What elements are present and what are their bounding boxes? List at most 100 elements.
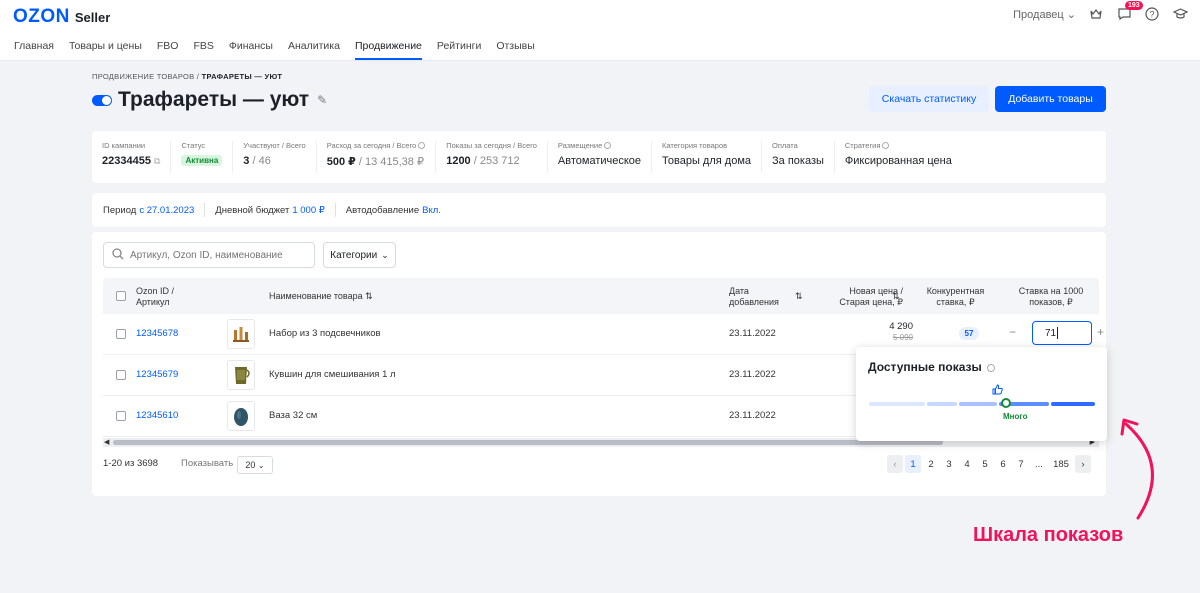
chevron-down-icon: ⌄ — [257, 460, 265, 470]
page-ellipsis: ... — [1035, 458, 1043, 470]
info-icon[interactable] — [604, 142, 612, 149]
sort-icon: ⇅ — [365, 291, 373, 301]
breadcrumb-parent[interactable]: ПРОДВИЖЕНИЕ ТОВАРОВ — [92, 72, 194, 81]
nav-item-home[interactable]: Главная — [14, 40, 54, 60]
budget-value[interactable]: 1 000 ₽ — [292, 205, 324, 216]
scale-segment — [869, 402, 925, 406]
page-button[interactable]: 4 — [959, 455, 975, 473]
account-label: Продавец — [1013, 8, 1064, 21]
budget-label: Дневной бюджет — [215, 204, 290, 216]
education-icon[interactable] — [1172, 6, 1188, 22]
nav-item-fbs[interactable]: FBS — [193, 40, 213, 60]
scale-segment — [927, 402, 957, 406]
page-button[interactable]: 6 — [995, 455, 1011, 473]
chat-icon[interactable]: 193 — [1116, 1, 1143, 22]
scale-level-label: Много — [1003, 412, 1028, 421]
help-icon[interactable]: ? — [1144, 6, 1160, 22]
sort-icon[interactable]: ⇅ — [892, 291, 900, 302]
period-bar: Период с 27.01.2023 Дневной бюджет 1 000… — [92, 193, 1106, 227]
stat-status: Статус Активна — [181, 141, 234, 173]
product-thumbnail — [227, 401, 255, 431]
search-box — [103, 242, 315, 268]
category-filter[interactable]: Категории ⌄ — [323, 242, 396, 268]
stat-value: Автоматическое — [557, 155, 642, 167]
stat-value: Фиксированная цена — [844, 155, 952, 167]
row-checkbox[interactable] — [116, 370, 126, 380]
logo[interactable]: OZON Seller — [13, 6, 110, 28]
popover-title: Доступные показы — [868, 360, 995, 374]
range-text: 1-20 из 3698 — [103, 458, 159, 469]
stat-label: Размещение — [557, 141, 603, 150]
info-icon[interactable] — [882, 142, 890, 149]
competitive-bid-chip: 57 — [959, 327, 979, 340]
product-sku-link[interactable]: 12345610 — [136, 410, 178, 421]
page-button[interactable]: 3 — [941, 455, 957, 473]
col-header-date[interactable]: Дата добавления — [729, 286, 784, 308]
stat-spend: Расход за сегодня / Всего 500 ₽ / 13 415… — [327, 141, 437, 173]
nav-item-finance[interactable]: Финансы — [229, 40, 273, 60]
stat-label: Показы за сегодня / Всего — [446, 141, 537, 150]
col-header-id[interactable]: Ozon ID / Артикул — [136, 286, 196, 308]
stat-label: Оплата — [772, 141, 798, 150]
page-button[interactable]: 1 — [905, 455, 921, 473]
scroll-left-icon[interactable]: ◀ — [104, 438, 109, 446]
nav-item-products[interactable]: Товары и цены — [69, 40, 142, 60]
campaign-toggle[interactable] — [92, 94, 112, 106]
bid-value: 71 — [1045, 327, 1057, 339]
nav-item-promotion[interactable]: Продвижение — [354, 40, 422, 60]
svg-text:?: ? — [1149, 10, 1154, 20]
bid-input[interactable]: 71 — [1032, 321, 1092, 345]
nav-item-reviews[interactable]: Отзывы — [496, 40, 534, 60]
stat-value: За показы — [772, 155, 824, 167]
page-button[interactable]: 185 — [1053, 455, 1069, 473]
select-all-checkbox[interactable] — [116, 291, 126, 301]
info-icon[interactable] — [418, 142, 426, 149]
logo-ozon: OZON — [13, 6, 70, 27]
pencil-icon[interactable]: ✎ — [317, 93, 327, 107]
account-menu[interactable]: Продавец ⌄ — [1013, 8, 1076, 21]
nav-item-ratings[interactable]: Рейтинги — [437, 40, 481, 60]
nav-item-analytics[interactable]: Аналитика — [288, 40, 340, 60]
nav-item-fbo[interactable]: FBO — [157, 40, 179, 60]
stat-total: / 253 712 — [473, 155, 520, 167]
autoadd-value[interactable]: Вкл. — [422, 205, 441, 216]
next-page-icon[interactable]: › — [1075, 455, 1091, 473]
add-products-button[interactable]: Добавить товары — [995, 86, 1106, 112]
period-value[interactable]: с 27.01.2023 — [139, 205, 194, 216]
sort-icon[interactable]: ⇅ — [795, 291, 803, 302]
chevron-down-icon: ⌄ — [1066, 8, 1076, 21]
info-icon[interactable] — [986, 364, 995, 372]
status-badge: Активна — [181, 155, 223, 166]
page-button[interactable]: 5 — [977, 455, 993, 473]
product-name: Кувшин для смешивания 1 л — [269, 369, 396, 380]
product-sku-link[interactable]: 12345678 — [136, 328, 178, 339]
row-checkbox[interactable] — [116, 329, 126, 339]
period-label: Период — [103, 204, 137, 216]
campaign-stats: ID кампании 22334455 ⧉ Статус Активна Уч… — [92, 131, 1106, 183]
crown-icon[interactable] — [1088, 6, 1104, 22]
col-header-price[interactable]: Новая цена / Старая цена, ₽ — [821, 286, 903, 308]
text-cursor — [1057, 327, 1059, 339]
page-button[interactable]: 2 — [923, 455, 939, 473]
product-sku-link[interactable]: 12345679 — [136, 369, 178, 380]
page-button[interactable]: 7 — [1013, 455, 1029, 473]
search-input[interactable] — [130, 249, 310, 261]
copy-icon[interactable]: ⧉ — [154, 156, 160, 166]
download-stats-button[interactable]: Скачать статистику — [869, 86, 989, 112]
table-footer: 1-20 из 3698 Показывать 20 ⌄ ‹ 1 2 3 4 5… — [103, 455, 1099, 480]
scrollbar-thumb[interactable] — [113, 440, 943, 445]
bid-decrease-button[interactable]: − — [1009, 325, 1016, 339]
annotation-arrow — [1120, 418, 1154, 520]
stat-payment: Оплата За показы — [772, 141, 835, 173]
col-header-competitive: Конкурентная ставка, ₽ — [926, 286, 985, 307]
row-checkbox[interactable] — [116, 411, 126, 421]
prev-page-icon[interactable]: ‹ — [887, 455, 903, 473]
stat-strategy: Стратегия Фиксированная цена — [845, 141, 962, 173]
col-header-name[interactable]: Наименование товара ⇅ — [269, 291, 373, 302]
product-name: Набор из 3 подсвечников — [269, 328, 381, 339]
per-page-select[interactable]: 20 ⌄ — [237, 456, 273, 474]
bid-increase-button[interactable]: + — [1097, 325, 1104, 339]
autoadd-label: Автодобавление — [345, 204, 420, 216]
main-nav: Главная Товары и цены FBO FBS Финансы Ан… — [14, 40, 535, 60]
stat-value: 1200 — [446, 155, 471, 167]
